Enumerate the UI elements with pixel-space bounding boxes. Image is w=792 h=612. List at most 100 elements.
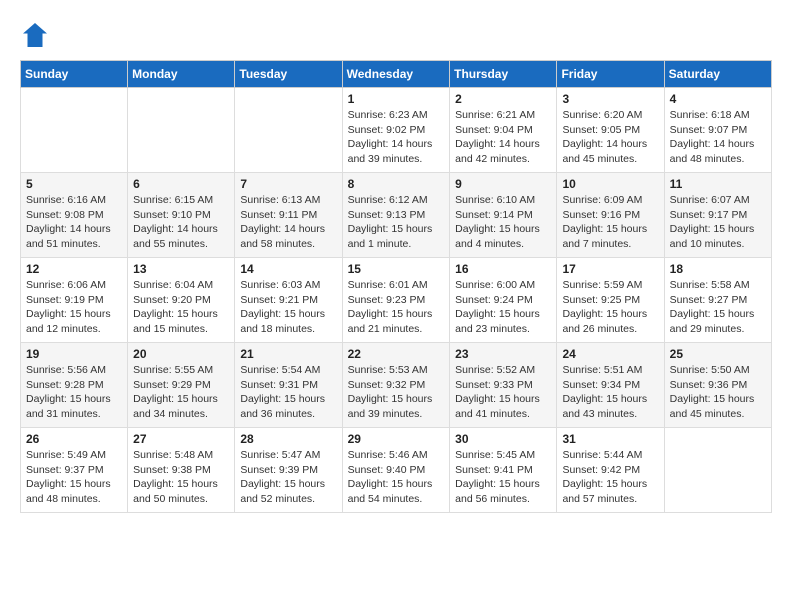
day-number: 8 <box>348 177 445 191</box>
calendar-cell: 2 Sunrise: 6:21 AM Sunset: 9:04 PM Daylig… <box>450 88 557 173</box>
day-info: Sunrise: 6:12 AM Sunset: 9:13 PM Dayligh… <box>348 193 445 252</box>
day-number: 6 <box>133 177 229 191</box>
day-info: Sunrise: 6:21 AM Sunset: 9:04 PM Dayligh… <box>455 108 551 167</box>
day-info: Sunrise: 6:00 AM Sunset: 9:24 PM Dayligh… <box>455 278 551 337</box>
day-number: 24 <box>562 347 658 361</box>
day-number: 20 <box>133 347 229 361</box>
day-number: 30 <box>455 432 551 446</box>
calendar-cell: 20 Sunrise: 5:55 AM Sunset: 9:29 PM Dayli… <box>128 343 235 428</box>
day-info: Sunrise: 5:47 AM Sunset: 9:39 PM Dayligh… <box>240 448 336 507</box>
calendar-cell: 12Sunrise: 6:06 AM Sunset: 9:19 PM Dayli… <box>21 258 128 343</box>
week-row-1: 1 Sunrise: 6:23 AM Sunset: 9:02 PM Daylig… <box>21 88 772 173</box>
day-info: Sunrise: 5:44 AM Sunset: 9:42 PM Dayligh… <box>562 448 658 507</box>
calendar-cell: 13 Sunrise: 6:04 AM Sunset: 9:20 PM Dayli… <box>128 258 235 343</box>
calendar-cell: 10 Sunrise: 6:09 AM Sunset: 9:16 PM Dayli… <box>557 173 664 258</box>
calendar-cell <box>21 88 128 173</box>
calendar-cell: 23 Sunrise: 5:52 AM Sunset: 9:33 PM Dayli… <box>450 343 557 428</box>
day-number: 28 <box>240 432 336 446</box>
calendar-cell <box>664 428 771 513</box>
calendar-table: SundayMondayTuesdayWednesdayThursdayFrid… <box>20 60 772 513</box>
day-number: 25 <box>670 347 766 361</box>
day-info: Sunrise: 5:45 AM Sunset: 9:41 PM Dayligh… <box>455 448 551 507</box>
day-number: 11 <box>670 177 766 191</box>
header-day-thursday: Thursday <box>450 61 557 88</box>
calendar-cell: 26 Sunrise: 5:49 AM Sunset: 9:37 PM Dayli… <box>21 428 128 513</box>
day-info: Sunrise: 5:48 AM Sunset: 9:38 PM Dayligh… <box>133 448 229 507</box>
week-row-2: 5Sunrise: 6:16 AM Sunset: 9:08 PM Daylig… <box>21 173 772 258</box>
day-info: Sunrise: 6:20 AM Sunset: 9:05 PM Dayligh… <box>562 108 658 167</box>
day-info: Sunrise: 5:49 AM Sunset: 9:37 PM Dayligh… <box>26 448 122 507</box>
day-info: Sunrise: 5:46 AM Sunset: 9:40 PM Dayligh… <box>348 448 445 507</box>
day-number: 3 <box>562 92 658 106</box>
calendar-cell: 28 Sunrise: 5:47 AM Sunset: 9:39 PM Dayli… <box>235 428 342 513</box>
calendar-cell: 3 Sunrise: 6:20 AM Sunset: 9:05 PM Daylig… <box>557 88 664 173</box>
calendar-cell: 7 Sunrise: 6:13 AM Sunset: 9:11 PM Daylig… <box>235 173 342 258</box>
day-number: 14 <box>240 262 336 276</box>
day-number: 9 <box>455 177 551 191</box>
day-info: Sunrise: 5:53 AM Sunset: 9:32 PM Dayligh… <box>348 363 445 422</box>
day-info: Sunrise: 5:50 AM Sunset: 9:36 PM Dayligh… <box>670 363 766 422</box>
day-info: Sunrise: 6:01 AM Sunset: 9:23 PM Dayligh… <box>348 278 445 337</box>
day-info: Sunrise: 5:51 AM Sunset: 9:34 PM Dayligh… <box>562 363 658 422</box>
day-info: Sunrise: 5:54 AM Sunset: 9:31 PM Dayligh… <box>240 363 336 422</box>
calendar-cell: 17 Sunrise: 5:59 AM Sunset: 9:25 PM Dayli… <box>557 258 664 343</box>
calendar-cell: 6 Sunrise: 6:15 AM Sunset: 9:10 PM Daylig… <box>128 173 235 258</box>
day-info: Sunrise: 6:18 AM Sunset: 9:07 PM Dayligh… <box>670 108 766 167</box>
day-number: 7 <box>240 177 336 191</box>
calendar-cell: 24 Sunrise: 5:51 AM Sunset: 9:34 PM Dayli… <box>557 343 664 428</box>
day-info: Sunrise: 5:52 AM Sunset: 9:33 PM Dayligh… <box>455 363 551 422</box>
header-day-friday: Friday <box>557 61 664 88</box>
calendar-cell: 8 Sunrise: 6:12 AM Sunset: 9:13 PM Daylig… <box>342 173 450 258</box>
calendar-cell: 15 Sunrise: 6:01 AM Sunset: 9:23 PM Dayli… <box>342 258 450 343</box>
calendar-cell: 31 Sunrise: 5:44 AM Sunset: 9:42 PM Dayli… <box>557 428 664 513</box>
day-info: Sunrise: 5:55 AM Sunset: 9:29 PM Dayligh… <box>133 363 229 422</box>
calendar-cell: 14 Sunrise: 6:03 AM Sunset: 9:21 PM Dayli… <box>235 258 342 343</box>
calendar-cell: 27 Sunrise: 5:48 AM Sunset: 9:38 PM Dayli… <box>128 428 235 513</box>
day-number: 13 <box>133 262 229 276</box>
day-info: Sunrise: 5:59 AM Sunset: 9:25 PM Dayligh… <box>562 278 658 337</box>
calendar-cell <box>235 88 342 173</box>
header-day-saturday: Saturday <box>664 61 771 88</box>
day-number: 22 <box>348 347 445 361</box>
day-number: 10 <box>562 177 658 191</box>
day-info: Sunrise: 6:06 AM Sunset: 9:19 PM Dayligh… <box>26 278 122 337</box>
day-number: 31 <box>562 432 658 446</box>
day-info: Sunrise: 6:13 AM Sunset: 9:11 PM Dayligh… <box>240 193 336 252</box>
week-row-5: 26 Sunrise: 5:49 AM Sunset: 9:37 PM Dayli… <box>21 428 772 513</box>
day-info: Sunrise: 6:23 AM Sunset: 9:02 PM Dayligh… <box>348 108 445 167</box>
day-number: 16 <box>455 262 551 276</box>
logo-icon <box>20 20 50 50</box>
day-info: Sunrise: 6:10 AM Sunset: 9:14 PM Dayligh… <box>455 193 551 252</box>
day-number: 4 <box>670 92 766 106</box>
calendar-cell: 25 Sunrise: 5:50 AM Sunset: 9:36 PM Dayli… <box>664 343 771 428</box>
logo <box>20 20 54 50</box>
header-day-wednesday: Wednesday <box>342 61 450 88</box>
calendar-cell: 1 Sunrise: 6:23 AM Sunset: 9:02 PM Daylig… <box>342 88 450 173</box>
header-day-monday: Monday <box>128 61 235 88</box>
header-day-sunday: Sunday <box>21 61 128 88</box>
day-info: Sunrise: 5:56 AM Sunset: 9:28 PM Dayligh… <box>26 363 122 422</box>
day-info: Sunrise: 6:03 AM Sunset: 9:21 PM Dayligh… <box>240 278 336 337</box>
calendar-cell <box>128 88 235 173</box>
day-number: 18 <box>670 262 766 276</box>
day-number: 19 <box>26 347 122 361</box>
day-number: 1 <box>348 92 445 106</box>
day-number: 15 <box>348 262 445 276</box>
day-number: 23 <box>455 347 551 361</box>
calendar-cell: 22 Sunrise: 5:53 AM Sunset: 9:32 PM Dayli… <box>342 343 450 428</box>
calendar-cell: 11Sunrise: 6:07 AM Sunset: 9:17 PM Dayli… <box>664 173 771 258</box>
week-row-4: 19 Sunrise: 5:56 AM Sunset: 9:28 PM Dayli… <box>21 343 772 428</box>
calendar-cell: 30 Sunrise: 5:45 AM Sunset: 9:41 PM Dayli… <box>450 428 557 513</box>
header-day-tuesday: Tuesday <box>235 61 342 88</box>
day-info: Sunrise: 6:09 AM Sunset: 9:16 PM Dayligh… <box>562 193 658 252</box>
day-number: 27 <box>133 432 229 446</box>
day-number: 5 <box>26 177 122 191</box>
day-info: Sunrise: 6:04 AM Sunset: 9:20 PM Dayligh… <box>133 278 229 337</box>
day-number: 2 <box>455 92 551 106</box>
day-number: 29 <box>348 432 445 446</box>
calendar-cell: 5Sunrise: 6:16 AM Sunset: 9:08 PM Daylig… <box>21 173 128 258</box>
day-number: 17 <box>562 262 658 276</box>
day-info: Sunrise: 6:15 AM Sunset: 9:10 PM Dayligh… <box>133 193 229 252</box>
calendar-cell: 16 Sunrise: 6:00 AM Sunset: 9:24 PM Dayli… <box>450 258 557 343</box>
day-number: 26 <box>26 432 122 446</box>
